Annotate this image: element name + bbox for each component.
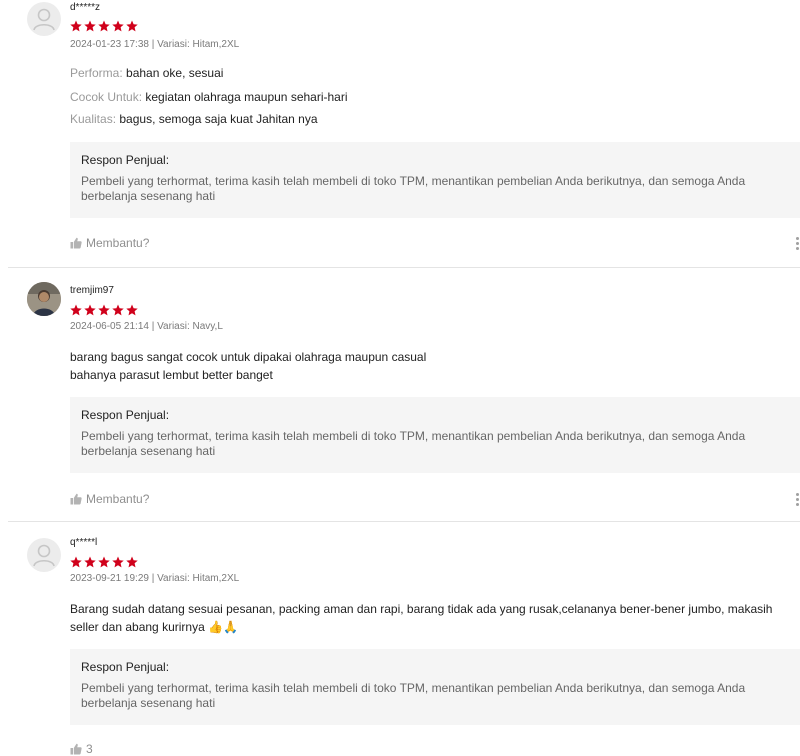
profile-photo <box>27 282 61 316</box>
star-icon <box>84 304 96 316</box>
seller-response-message: Pembeli yang terhormat, terima kasih tel… <box>81 429 746 458</box>
helpful-label: Membantu? <box>86 236 150 250</box>
review-text: Barang sudah datang sesuai pesanan, pack… <box>70 602 773 634</box>
star-icon <box>112 20 124 32</box>
more-options-icon[interactable] <box>796 493 800 506</box>
review-text-line: bahanya parasut lembut better banget <box>70 368 273 382</box>
helpful-count: 3 <box>86 742 93 756</box>
helpful-button[interactable]: Membantu? <box>70 492 149 506</box>
review-date: 2023-09-21 19:29 <box>70 573 149 584</box>
review-meta: 2024-01-23 17:38 | Variasi: Hitam,2XL <box>70 39 240 50</box>
star-icon <box>112 556 124 568</box>
more-options-icon[interactable] <box>796 237 800 250</box>
star-icon <box>70 556 82 568</box>
attribute-value: bagus, semoga saja kuat Jahitan nya <box>119 112 318 126</box>
user-icon <box>33 544 55 567</box>
seller-response-message: Pembeli yang terhormat, terima kasih tel… <box>81 174 746 203</box>
star-icon <box>70 20 82 32</box>
seller-response-title: Respon Penjual: <box>81 153 170 167</box>
star-icon <box>126 304 138 316</box>
reviewer-username: d*****z <box>70 2 101 13</box>
review-attribute: Kualitas: bagus, semoga saja kuat Jahita… <box>70 112 318 126</box>
seller-response-title: Respon Penjual: <box>81 660 170 674</box>
star-icon <box>98 20 110 32</box>
review-variant: Variasi: Hitam,2XL <box>157 39 240 50</box>
review-attribute: Performa: bahan oke, sesuai <box>70 66 223 80</box>
review-attribute: Cocok Untuk: kegiatan olahraga maupun se… <box>70 90 348 104</box>
helpful-button[interactable]: 3 <box>70 742 93 756</box>
rating-stars <box>70 556 138 568</box>
seller-response: Respon Penjual: Pembeli yang terhormat, … <box>70 649 800 725</box>
star-icon <box>70 304 82 316</box>
star-icon <box>84 20 96 32</box>
attribute-label: Kualitas: <box>70 112 117 126</box>
review-text-line: barang bagus sangat cocok untuk dipakai … <box>70 350 427 364</box>
attribute-label: Performa: <box>70 66 123 80</box>
rating-stars <box>70 304 138 316</box>
star-icon <box>126 20 138 32</box>
review-variant: Variasi: Hitam,2XL <box>157 573 240 584</box>
seller-response: Respon Penjual: Pembeli yang terhormat, … <box>70 397 800 473</box>
star-icon <box>84 556 96 568</box>
seller-response-title: Respon Penjual: <box>81 408 170 422</box>
thumbs-up-icon <box>70 493 82 505</box>
rating-stars <box>70 20 138 32</box>
reviewer-username: q*****l <box>70 537 98 548</box>
divider <box>8 267 800 268</box>
thumbs-up-icon <box>70 237 82 249</box>
helpful-button[interactable]: Membantu? <box>70 236 149 250</box>
thumbs-up-icon <box>70 743 82 755</box>
attribute-value: kegiatan olahraga maupun sehari-hari <box>145 90 348 104</box>
seller-response-message: Pembeli yang terhormat, terima kasih tel… <box>81 681 746 710</box>
review-meta: 2024-06-05 21:14 | Variasi: Navy,L <box>70 321 223 332</box>
avatar[interactable] <box>27 2 61 36</box>
star-icon <box>98 304 110 316</box>
avatar[interactable] <box>27 282 61 316</box>
seller-response: Respon Penjual: Pembeli yang terhormat, … <box>70 142 800 218</box>
star-icon <box>98 556 110 568</box>
divider <box>8 521 800 522</box>
star-icon <box>126 556 138 568</box>
reviewer-username: tremjim97 <box>70 285 114 296</box>
attribute-value: bahan oke, sesuai <box>126 66 224 80</box>
review-date: 2024-06-05 21:14 <box>70 321 149 332</box>
review-variant: Variasi: Navy,L <box>157 321 223 332</box>
review-meta: 2023-09-21 19:29 | Variasi: Hitam,2XL <box>70 573 240 584</box>
review-text: barang bagus sangat cocok untuk dipakai … <box>70 348 790 384</box>
avatar[interactable] <box>27 538 61 572</box>
star-icon <box>112 304 124 316</box>
attribute-label: Cocok Untuk: <box>70 90 143 104</box>
user-icon <box>33 8 55 31</box>
helpful-label: Membantu? <box>86 492 150 506</box>
review-date: 2024-01-23 17:38 <box>70 39 149 50</box>
